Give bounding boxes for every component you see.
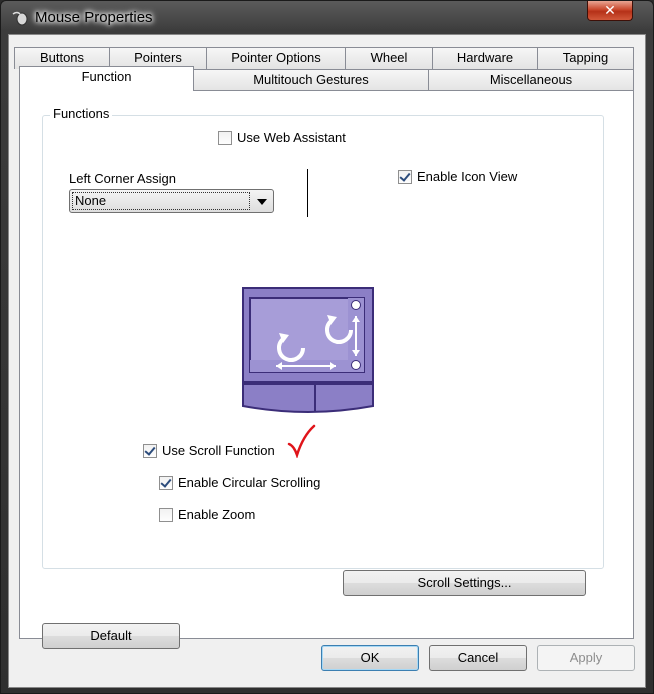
use-web-assistant-checkbox[interactable] (218, 131, 232, 145)
mouse-app-icon (12, 11, 28, 26)
enable-zoom-checkbox[interactable] (159, 508, 173, 522)
enable-circular-scrolling-checkbox[interactable] (159, 476, 173, 490)
enable-icon-view-checkbox[interactable] (398, 170, 412, 184)
window-title: Mouse Properties (35, 9, 153, 26)
tab-hardware[interactable]: Hardware (432, 47, 538, 69)
left-corner-assign-label: Left Corner Assign (69, 171, 176, 186)
touchpad-illustration (242, 287, 374, 413)
function-tab-panel: Functions Use Web Assistant Left Corner … (19, 90, 634, 649)
enable-icon-view-label[interactable]: Enable Icon View (417, 169, 517, 184)
mouse-properties-window: Mouse Properties ✕ Buttons Pointers Poin… (0, 0, 654, 694)
vertical-separator (307, 169, 308, 217)
chevron-down-icon (257, 199, 267, 205)
enable-circular-scrolling-label[interactable]: Enable Circular Scrolling (178, 475, 320, 490)
enable-zoom-label[interactable]: Enable Zoom (178, 507, 255, 522)
use-scroll-function-label[interactable]: Use Scroll Function (162, 443, 275, 458)
use-web-assistant-label[interactable]: Use Web Assistant (237, 130, 346, 145)
default-button[interactable]: Default (42, 623, 180, 649)
close-icon: ✕ (604, 2, 616, 18)
red-checkmark-annotation-icon (287, 424, 316, 458)
tab-miscellaneous[interactable]: Miscellaneous (428, 69, 634, 91)
tab-tapping[interactable]: Tapping (537, 47, 634, 69)
left-corner-assign-dropdown[interactable]: None (69, 189, 274, 213)
title-bar[interactable]: Mouse Properties ✕ (1, 1, 653, 35)
dialog-client-area: Buttons Pointers Pointer Options Wheel H… (8, 34, 646, 688)
tab-wheel[interactable]: Wheel (345, 47, 433, 69)
tab-pointer-options[interactable]: Pointer Options (206, 47, 346, 69)
left-corner-assign-value: None (72, 192, 250, 210)
functions-group-label: Functions (50, 106, 113, 121)
apply-button[interactable]: Apply (537, 645, 635, 671)
close-button[interactable]: ✕ (587, 1, 633, 21)
scroll-settings-button[interactable]: Scroll Settings... (343, 570, 586, 596)
tab-function[interactable]: Function (19, 66, 194, 91)
use-scroll-function-checkbox[interactable] (143, 444, 157, 458)
tab-multitouch-gestures[interactable]: Multitouch Gestures (193, 69, 429, 91)
ok-button[interactable]: OK (321, 645, 419, 671)
cancel-button[interactable]: Cancel (429, 645, 527, 671)
